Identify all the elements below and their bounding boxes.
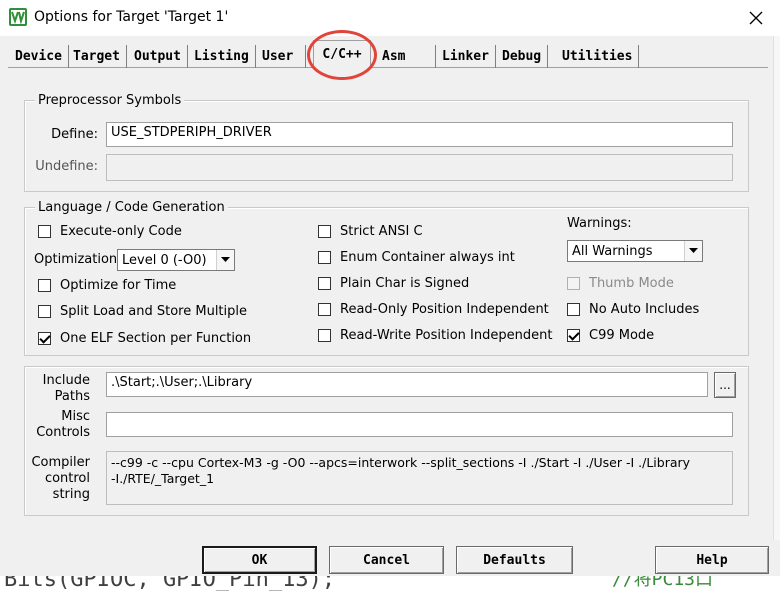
preprocessor-group-title: Preprocessor Symbols [35,93,185,108]
undefine-label: Undefine: [35,159,98,174]
optimize-time-box[interactable] [38,279,51,292]
no-auto-includes-label: No Auto Includes [589,302,700,317]
enum-container-box[interactable] [318,251,331,264]
title-bar: Options for Target 'Target 1' [0,0,780,36]
c99-mode-box[interactable] [567,329,580,342]
one-elf-section-box[interactable] [38,332,51,345]
window-right-edge [773,36,780,576]
optimization-select[interactable]: Level 0 (-O0) [117,249,235,271]
warnings-value: All Warnings [572,243,653,259]
optimize-time-checkbox[interactable]: Optimize for Time [38,278,176,293]
ro-position-box[interactable] [318,303,331,316]
c99-mode-checkbox[interactable]: C99 Mode [567,328,654,343]
execute-only-box[interactable] [38,225,51,238]
enum-container-checkbox[interactable]: Enum Container always int [318,250,515,265]
compiler-line-2: -I./RTE/_Target_1 [111,471,215,486]
tab-asm[interactable]: Asm [376,45,436,68]
tab-target[interactable]: Target [67,45,127,68]
tab-user[interactable]: User [256,45,306,68]
define-input[interactable]: USE_STDPERIPH_DRIVER [106,122,733,147]
c99-mode-label: C99 Mode [589,328,655,343]
rw-position-label: Read-Write Position Independent [340,328,553,343]
optimize-time-label: Optimize for Time [60,278,177,293]
background-code-left: Bits(GPIOC, GPIO_Pin_13); [4,574,336,591]
strict-ansi-label: Strict ANSI C [340,224,423,239]
window-title: Options for Target 'Target 1' [34,9,229,25]
execute-only-checkbox[interactable]: Execute-only Code [38,224,182,239]
defaults-button[interactable]: Defaults [456,546,573,574]
thumb-mode-box[interactable] [567,277,580,290]
execute-only-label: Execute-only Code [60,224,182,239]
optimization-label: Optimization: [34,252,122,267]
warnings-select[interactable]: All Warnings [567,240,703,262]
tab-output[interactable]: Output [128,45,188,68]
misc-controls-input[interactable] [106,412,733,437]
undefine-input[interactable] [106,154,733,181]
warnings-label: Warnings: [567,216,632,231]
thumb-mode-label: Thumb Mode [589,276,674,291]
compiler-line-1: --c99 -c --cpu Cortex-M3 -g -O0 --apcs=i… [111,455,691,470]
no-auto-includes-checkbox[interactable]: No Auto Includes [567,302,699,317]
split-load-checkbox[interactable]: Split Load and Store Multiple [38,304,247,319]
split-load-label: Split Load and Store Multiple [60,304,247,319]
tab-device[interactable]: Device [9,45,69,68]
no-auto-includes-box[interactable] [567,303,580,316]
compiler-control-string-textarea[interactable]: --c99 -c --cpu Cortex-M3 -g -O0 --apcs=i… [106,451,733,505]
one-elf-section-label: One ELF Section per Function [60,331,252,346]
tab-debug[interactable]: Debug [496,45,549,68]
help-button[interactable]: Help [655,546,769,574]
rw-position-box[interactable] [318,329,331,342]
close-button[interactable] [740,4,772,32]
chevron-down-icon[interactable] [216,250,234,270]
tab-linker[interactable]: Linker [436,45,496,68]
ok-button[interactable]: OK [202,546,317,574]
plain-char-box[interactable] [318,277,331,290]
tab-listing[interactable]: Listing [188,45,256,68]
ro-position-label: Read-Only Position Independent [340,302,549,317]
tab-utilities[interactable]: Utilities [556,45,640,68]
compiler-control-string-label: Compiler control string [31,455,90,502]
background-code-editor: Bits(GPIOC, GPIO_Pin_13); //将PC13口 [0,574,780,591]
chevron-down-icon[interactable] [684,241,702,261]
annotation-highlight-circle [307,30,377,80]
include-paths-label: Include Paths [42,373,90,404]
close-icon [749,11,763,25]
define-label: Define: [51,127,98,142]
optimization-value: Level 0 (-O0) [122,252,207,268]
plain-char-checkbox[interactable]: Plain Char is Signed [318,276,469,291]
split-load-box[interactable] [38,305,51,318]
strict-ansi-box[interactable] [318,225,331,238]
language-group-title: Language / Code Generation [35,200,228,215]
thumb-mode-checkbox[interactable]: Thumb Mode [567,276,674,291]
enum-container-label: Enum Container always int [340,250,515,265]
one-elf-section-checkbox[interactable]: One ELF Section per Function [38,331,251,346]
ro-position-independent-checkbox[interactable]: Read-Only Position Independent [318,302,549,317]
rw-position-independent-checkbox[interactable]: Read-Write Position Independent [318,328,552,343]
include-paths-input[interactable]: .\Start;.\User;.\Library [106,372,708,397]
strict-ansi-checkbox[interactable]: Strict ANSI C [318,224,423,239]
misc-controls-label: Misc Controls [36,409,90,440]
cancel-button[interactable]: Cancel [329,546,444,574]
background-code-comment: //将PC13口 [612,574,714,590]
keil-uvision-icon [9,8,27,26]
plain-char-label: Plain Char is Signed [340,276,470,291]
browse-include-paths-button[interactable]: ... [714,372,736,398]
